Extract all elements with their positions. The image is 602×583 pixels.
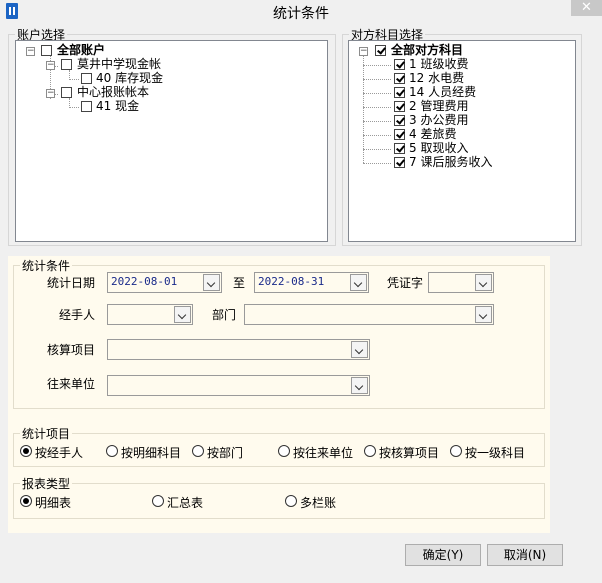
chevron-down-icon[interactable] bbox=[350, 274, 367, 291]
voucher-select[interactable] bbox=[428, 272, 494, 293]
account-item-label[interactable]: 41 现金 bbox=[96, 99, 139, 113]
radio-by-unit-label[interactable]: 按往来单位 bbox=[293, 444, 353, 461]
subject-item-checkbox[interactable] bbox=[394, 157, 405, 168]
collapse-icon[interactable]: − bbox=[46, 89, 55, 98]
account-item-checkbox[interactable] bbox=[81, 73, 92, 84]
radio-multi-column-report[interactable] bbox=[285, 495, 297, 507]
date-to-value: 2022-08-31 bbox=[258, 275, 325, 288]
chevron-down-icon[interactable] bbox=[475, 274, 492, 291]
unit-select[interactable] bbox=[107, 375, 370, 396]
dept-select[interactable] bbox=[244, 304, 494, 325]
subject-root-label[interactable]: 全部对方科目 bbox=[391, 43, 463, 57]
report-type-legend: 报表类型 bbox=[22, 477, 71, 491]
account-group-label[interactable]: 莫井中学现金帐 bbox=[77, 57, 161, 71]
account-tree[interactable]: − 全部账户 − 莫井中学现金帐 40 库存现金 − 中心报账帐本 41 现金 bbox=[15, 40, 328, 242]
date-from-picker[interactable]: 2022-08-01 bbox=[107, 272, 222, 293]
subject-item-checkbox[interactable] bbox=[394, 59, 405, 70]
radio-by-unit[interactable] bbox=[278, 445, 290, 457]
subject-item-label[interactable]: 1 班级收费 bbox=[409, 57, 468, 71]
subject-item-label[interactable]: 12 水电费 bbox=[409, 71, 464, 85]
subject-item-label[interactable]: 2 管理费用 bbox=[409, 99, 468, 113]
chevron-down-icon[interactable] bbox=[174, 306, 191, 323]
date-from-value: 2022-08-01 bbox=[111, 275, 178, 288]
radio-by-dept[interactable] bbox=[192, 445, 204, 457]
radio-by-dept-label[interactable]: 按部门 bbox=[207, 444, 243, 461]
date-to-picker[interactable]: 2022-08-31 bbox=[254, 272, 369, 293]
collapse-icon[interactable]: − bbox=[26, 47, 35, 56]
dept-label: 部门 bbox=[212, 308, 237, 322]
handler-label: 经手人 bbox=[59, 308, 96, 322]
account-group-checkbox[interactable] bbox=[61, 87, 72, 98]
account-group-checkbox[interactable] bbox=[61, 59, 72, 70]
radio-by-item-label[interactable]: 按核算项目 bbox=[379, 444, 439, 461]
radio-detail-report-label[interactable]: 明细表 bbox=[35, 494, 71, 511]
subject-item-label[interactable]: 3 办公费用 bbox=[409, 113, 468, 127]
account-group-label[interactable]: 中心报账帐本 bbox=[77, 85, 149, 99]
account-item-checkbox[interactable] bbox=[81, 101, 92, 112]
date-label: 统计日期 bbox=[47, 276, 96, 290]
voucher-label: 凭证字 bbox=[387, 276, 424, 290]
chevron-down-icon[interactable] bbox=[203, 274, 220, 291]
subject-item-checkbox[interactable] bbox=[394, 115, 405, 126]
cancel-button[interactable]: 取消(N) bbox=[487, 544, 563, 566]
radio-summary-report[interactable] bbox=[152, 495, 164, 507]
handler-select[interactable] bbox=[107, 304, 193, 325]
subject-item-label[interactable]: 5 取现收入 bbox=[409, 141, 468, 155]
radio-by-detail-subject-label[interactable]: 按明细科目 bbox=[121, 444, 181, 461]
subject-item-label[interactable]: 14 人员经费 bbox=[409, 85, 476, 99]
account-root-checkbox[interactable] bbox=[41, 45, 52, 56]
window-title: 统计条件 bbox=[273, 6, 329, 22]
chevron-down-icon[interactable] bbox=[351, 341, 368, 358]
radio-by-top-subject-label[interactable]: 按一级科目 bbox=[465, 444, 525, 461]
radio-by-item[interactable] bbox=[364, 445, 376, 457]
chevron-down-icon[interactable] bbox=[351, 377, 368, 394]
radio-by-top-subject[interactable] bbox=[450, 445, 462, 457]
stat-items-legend: 统计项目 bbox=[22, 427, 71, 441]
collapse-icon[interactable]: − bbox=[359, 47, 368, 56]
close-button[interactable]: ✕ bbox=[571, 0, 602, 16]
subject-item-checkbox[interactable] bbox=[394, 143, 405, 154]
subject-item-checkbox[interactable] bbox=[394, 87, 405, 98]
subject-root-checkbox[interactable] bbox=[375, 45, 386, 56]
subject-item-checkbox[interactable] bbox=[394, 129, 405, 140]
radio-by-handler-label[interactable]: 按经手人 bbox=[35, 444, 83, 461]
radio-summary-report-label[interactable]: 汇总表 bbox=[167, 494, 203, 511]
to-label: 至 bbox=[233, 276, 246, 290]
item-label: 核算项目 bbox=[47, 343, 96, 357]
unit-label: 往来单位 bbox=[47, 377, 96, 391]
item-select[interactable] bbox=[107, 339, 370, 360]
radio-multi-column-report-label[interactable]: 多栏账 bbox=[300, 494, 336, 511]
subject-item-label[interactable]: 4 差旅费 bbox=[409, 127, 456, 141]
conditions-legend: 统计条件 bbox=[22, 259, 71, 273]
subject-item-checkbox[interactable] bbox=[394, 101, 405, 112]
subject-item-checkbox[interactable] bbox=[394, 73, 405, 84]
subject-tree[interactable]: − 全部对方科目 1 班级收费 12 水电费 14 人员经费 2 管理费用 3 … bbox=[348, 40, 576, 242]
collapse-icon[interactable]: − bbox=[46, 61, 55, 70]
radio-by-detail-subject[interactable] bbox=[106, 445, 118, 457]
radio-by-handler[interactable] bbox=[20, 445, 32, 457]
account-item-label[interactable]: 40 库存现金 bbox=[96, 71, 163, 85]
ok-button[interactable]: 确定(Y) bbox=[405, 544, 481, 566]
account-root-label[interactable]: 全部账户 bbox=[57, 43, 105, 57]
subject-item-label[interactable]: 7 课后服务收入 bbox=[409, 155, 492, 169]
chevron-down-icon[interactable] bbox=[475, 306, 492, 323]
radio-detail-report[interactable] bbox=[20, 495, 32, 507]
report-type-group: 报表类型 bbox=[13, 475, 545, 519]
